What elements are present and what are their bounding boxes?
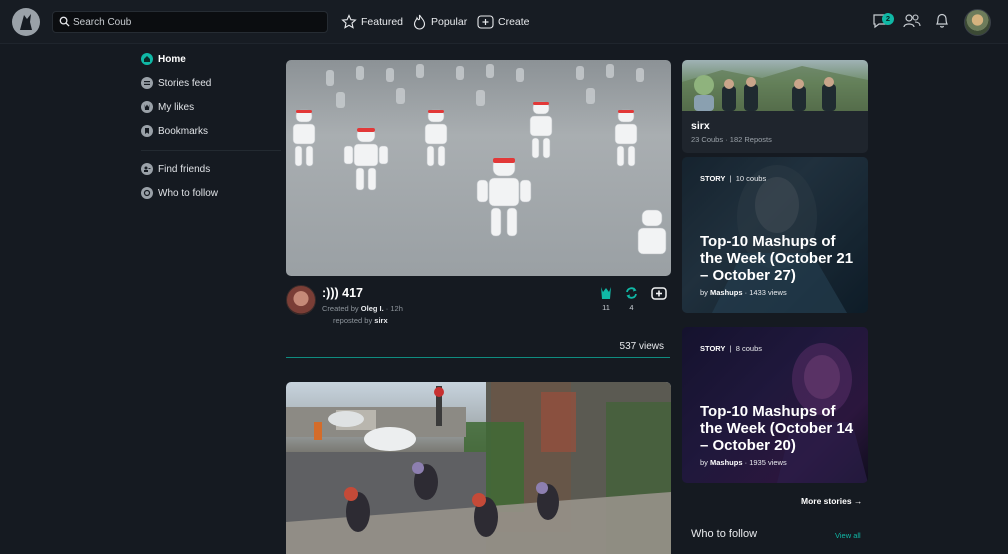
story-byline: by Mashups · 1433 views: [700, 288, 787, 297]
coub-logo[interactable]: [12, 8, 40, 36]
dancers-video-frame: [286, 382, 671, 554]
view-all-link[interactable]: View all: [835, 531, 861, 540]
created-by-prefix: Created by: [322, 304, 359, 313]
sidebar-item-label: Home: [158, 53, 186, 65]
recoub-action[interactable]: 4: [624, 286, 639, 312]
sidebar-item-label: My likes: [158, 101, 195, 113]
story-header: STORY | 10 coubs: [700, 174, 767, 183]
recoub-icon: [626, 287, 637, 299]
who-to-follow-icon: [141, 187, 153, 199]
sidebar-item-home[interactable]: Home: [141, 52, 186, 66]
coub-age: · 12h: [385, 304, 403, 313]
sidebar-item-label: Who to follow: [158, 187, 219, 199]
coub-created-by: Created by Oleg I. · 12h: [322, 304, 403, 313]
nav-create[interactable]: Create: [477, 13, 530, 31]
create-icon: [477, 15, 494, 29]
story-author[interactable]: Mashups: [710, 288, 743, 297]
like-action[interactable]: 11: [599, 286, 613, 312]
story-tag: STORY: [700, 344, 726, 353]
story-title[interactable]: Top-10 Mashups of the Week (October 14 –…: [700, 403, 860, 454]
sidebar-item-label: Find friends: [158, 163, 211, 175]
author-link[interactable]: Oleg I.: [361, 304, 384, 313]
nav-popular-label: Popular: [431, 16, 468, 28]
stories-icon: [141, 77, 153, 89]
search-icon: [59, 16, 70, 27]
bookmark-icon: [141, 125, 153, 137]
story-views: · 1935 views: [744, 458, 787, 467]
user-avatar[interactable]: [964, 9, 991, 36]
nav-create-label: Create: [498, 16, 530, 28]
profile-stats: 23 Coubs · 182 Reposts: [691, 135, 772, 144]
flame-icon: [413, 14, 426, 30]
reposted-by-prefix: reposted by: [333, 316, 373, 325]
more-stories-link[interactable]: More stories →: [801, 496, 862, 506]
nav-popular[interactable]: Popular: [412, 13, 467, 31]
story-count: 8 coubs: [735, 344, 763, 353]
share-icon[interactable]: [651, 287, 667, 300]
search-input[interactable]: [73, 13, 323, 31]
likes-icon: [141, 101, 153, 113]
bell-icon[interactable]: [934, 12, 950, 29]
sidebar-item-label: Stories feed: [158, 77, 212, 89]
star-icon: [341, 14, 357, 29]
story-tag: STORY: [700, 174, 726, 183]
coub-title[interactable]: :))) 417: [322, 286, 363, 300]
sidebar-divider: [141, 150, 281, 151]
coub-video-player-2[interactable]: [286, 382, 671, 554]
like-icon: [601, 287, 611, 299]
story-header: STORY | 8 coubs: [700, 344, 763, 353]
coub-views: 537 views: [619, 341, 664, 352]
like-count: 11: [602, 303, 610, 312]
robots-video-frame: [292, 64, 667, 255]
story-author[interactable]: Mashups: [710, 458, 743, 467]
sidebar-item-find-friends[interactable]: Find friends: [141, 162, 210, 176]
sidebar-item-who-to-follow[interactable]: Who to follow: [141, 186, 218, 200]
messages-badge: 2: [882, 13, 894, 25]
profile-name[interactable]: sirx: [691, 120, 710, 132]
story-count: 10 coubs: [735, 174, 767, 183]
coub-reposted-by: reposted by sirx: [333, 316, 388, 325]
search-box: [52, 11, 328, 33]
friends-icon[interactable]: [903, 12, 921, 29]
story-byline: by Mashups · 1935 views: [700, 458, 787, 467]
recoub-count: 4: [629, 303, 634, 312]
home-icon: [141, 53, 153, 65]
sidebar-item-label: Bookmarks: [158, 125, 209, 137]
top-bar: Featured Popular Create 2: [0, 0, 1008, 44]
story-title[interactable]: Top-10 Mashups of the Week (October 21 –…: [700, 233, 860, 284]
sidebar-item-bookmarks[interactable]: Bookmarks: [141, 124, 208, 138]
who-to-follow-heading: Who to follow: [691, 528, 758, 540]
reposter-link[interactable]: sirx: [374, 316, 387, 325]
nav-featured[interactable]: Featured: [341, 13, 403, 31]
nav-featured-label: Featured: [361, 16, 404, 28]
story-views: · 1433 views: [744, 288, 787, 297]
story-by-prefix: by: [700, 458, 708, 467]
post-divider: [286, 357, 670, 358]
profile-banner: [682, 60, 868, 111]
author-avatar[interactable]: [286, 285, 316, 315]
sidebar-item-my-likes[interactable]: My likes: [141, 100, 194, 114]
sidebar-item-stories-feed[interactable]: Stories feed: [141, 76, 211, 90]
profile-card[interactable]: sirx 23 Coubs · 182 Reposts: [682, 60, 868, 153]
find-friends-icon: [141, 163, 153, 175]
story-by-prefix: by: [700, 288, 708, 297]
story-card[interactable]: STORY | 8 coubs Top-10 Mashups of the We…: [682, 327, 868, 483]
coub-video-player[interactable]: [286, 60, 671, 276]
story-card[interactable]: STORY | 10 coubs Top-10 Mashups of the W…: [682, 157, 868, 313]
